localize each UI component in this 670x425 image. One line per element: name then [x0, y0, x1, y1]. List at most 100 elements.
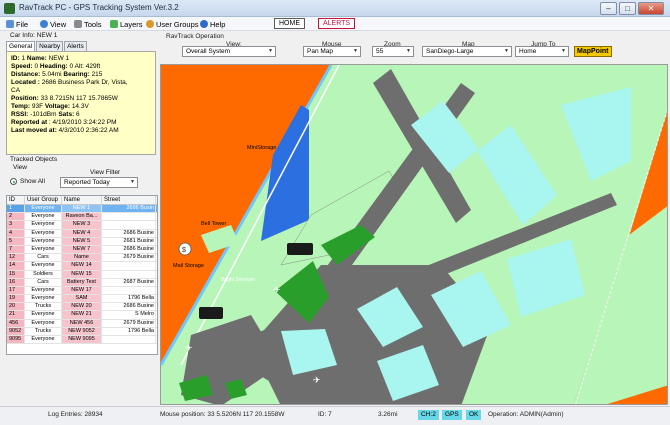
table-cell-street: 2686 Busine: [102, 245, 156, 254]
table-cell-group: Everyone: [25, 221, 62, 229]
menu-layers[interactable]: Layers: [110, 18, 143, 30]
table-row[interactable]: 9052 Trucks NEW 9052 1796 Bella: [7, 327, 157, 336]
view-filter-select[interactable]: Reported Today ▼: [60, 177, 138, 188]
info-line: Position: 33 8.7215N 117 15.7865W: [11, 95, 118, 102]
table-row[interactable]: 17 Everyone NEW 17: [7, 286, 157, 296]
tab-nearby[interactable]: Nearby: [36, 41, 64, 51]
column-header-name[interactable]: Name: [62, 196, 102, 204]
alerts-button[interactable]: ALERTS: [318, 18, 356, 29]
menu-tools[interactable]: Tools: [74, 18, 102, 30]
table-cell-street: [102, 213, 156, 221]
minimize-button[interactable]: –: [600, 2, 617, 15]
table-row[interactable]: 4 Everyone NEW 4 2686 Busine: [7, 229, 157, 238]
table-row[interactable]: 2 Everyone Raveon Ba...: [7, 213, 157, 222]
operation-user: Operation: ADMIN(Admin): [488, 411, 564, 418]
maximize-button[interactable]: □: [619, 2, 636, 15]
airplane-icon: ✈: [273, 285, 281, 295]
chevron-down-icon: ▼: [561, 48, 566, 54]
table-row[interactable]: 16 Cars Battery Test 2687 Busine: [7, 278, 157, 287]
table-cell-street: S Melro: [102, 311, 156, 319]
show-all-radio[interactable]: [10, 178, 17, 185]
table-row[interactable]: 20 Trucks NEW 20 2686 Busine: [7, 303, 157, 312]
tab-alerts[interactable]: Alerts: [64, 41, 87, 51]
info-line: Last moved at: 4/3/2010 2:36:22 AM: [11, 127, 119, 134]
info-line: Temp: 93F Voltage: 14.3V: [11, 103, 89, 110]
help-icon: [200, 20, 208, 28]
gps-badge: GPS: [442, 410, 462, 420]
truck-icon[interactable]: [199, 307, 223, 319]
map-label-bright-services: Bright Services: [221, 277, 255, 283]
selected-id: ID: 7: [318, 411, 332, 418]
table-row[interactable]: 15 Soldiers NEW 15: [7, 270, 157, 279]
table-row[interactable]: 19 Everyone SAM 1796 Bella: [7, 295, 157, 304]
table-cell-street: 2679 Busine: [102, 319, 156, 327]
close-button[interactable]: ✕: [638, 2, 664, 15]
table-row[interactable]: 1 Everyone NEW 1 2686 Busin: [7, 205, 157, 214]
table-cell-group: Everyone: [25, 286, 62, 295]
table-cell-street: [102, 286, 156, 295]
map-label-ministorage: MiniStorage: [247, 145, 277, 151]
table-cell-id: 7: [7, 245, 25, 254]
table-cell-id: 21: [7, 311, 25, 319]
table-cell-group: Everyone: [25, 262, 62, 270]
mouse-position: Mouse position: 33 5.5206N 117 20.1558W: [160, 411, 285, 418]
table-cell-street: 1796 Bella: [102, 295, 156, 303]
view-filter-label: View Filter: [90, 169, 121, 176]
table-cell-street: 2679 Busine: [102, 254, 156, 262]
car-info-header: Car Info: NEW 1: [10, 32, 58, 39]
menu-file[interactable]: File: [6, 18, 28, 30]
ok-badge: OK: [466, 410, 482, 420]
user-groups-icon: [146, 20, 154, 28]
table-row[interactable]: 456 Everyone NEW 456 2679 Busine: [7, 319, 157, 328]
info-line: Speed: 0 Heading: 0 Alt: 429ft: [11, 63, 101, 70]
mouse-mode-select[interactable]: Pan Map ▼: [303, 46, 361, 57]
table-row[interactable]: 3 Everyone NEW 3: [7, 221, 157, 230]
table-row[interactable]: 12 Cars Name 2679 Busine: [7, 254, 157, 263]
column-header-id[interactable]: ID: [7, 196, 25, 204]
table-cell-name: NEW 21: [62, 311, 102, 319]
chevron-down-icon: ▼: [130, 179, 135, 185]
jump-to-select[interactable]: Home ▼: [515, 46, 569, 57]
chevron-down-icon: ▼: [504, 48, 509, 54]
show-all-label: Show All: [20, 178, 45, 185]
table-cell-group: Trucks: [25, 327, 62, 335]
log-entries: Log Entries: 28934: [48, 411, 103, 418]
table-cell-name: Battery Test: [62, 278, 102, 286]
menu-view[interactable]: View: [40, 18, 66, 30]
table-row[interactable]: 14 Everyone NEW 14: [7, 262, 157, 271]
table-cell-id: 456: [7, 319, 25, 327]
table-cell-street: 2687 Busine: [102, 278, 156, 286]
menu-help[interactable]: Help: [200, 18, 225, 30]
map-canvas[interactable]: $: [161, 65, 668, 405]
table-cell-name: NEW 14: [62, 262, 102, 270]
map-label-bell-tower: Bell Tower: [201, 221, 227, 227]
table-cell-id: 9052: [7, 327, 25, 335]
map-select[interactable]: SanDiego-Large ▼: [422, 46, 512, 57]
zoom-select[interactable]: 55 ▼: [372, 46, 414, 57]
table-cell-id: 9095: [7, 336, 25, 344]
table-cell-name: NEW 3: [62, 221, 102, 229]
table-cell-name: NEW 9095: [62, 336, 102, 344]
mappoint-button[interactable]: MapPoint: [574, 46, 612, 57]
map-view[interactable]: $ MiniStorage Bell Tower Mail Storage Br…: [160, 64, 668, 405]
table-row[interactable]: 21 Everyone NEW 21 S Melro: [7, 311, 157, 320]
table-cell-street: [102, 270, 156, 278]
table-cell-group: Everyone: [25, 311, 62, 319]
car-info-box: ID: 1 Name: NEW 1 Speed: 0 Heading: 0 Al…: [6, 51, 156, 155]
table-row[interactable]: 7 Everyone NEW 7 2686 Busine: [7, 245, 157, 255]
column-header-user-group[interactable]: User Group: [25, 196, 62, 204]
table-cell-street: [102, 262, 156, 270]
distance: 3.26mi: [378, 411, 398, 418]
channel-badge: CH:2: [418, 410, 439, 420]
table-cell-name: NEW 7: [62, 245, 102, 254]
table-cell-street: 2686 Busine: [102, 303, 156, 311]
truck-icon[interactable]: [287, 243, 313, 255]
table-cell-id: 15: [7, 270, 25, 278]
menu-user-groups[interactable]: User Groups: [146, 18, 199, 30]
home-button[interactable]: HOME: [274, 18, 305, 29]
table-row[interactable]: 9095 Everyone NEW 9095: [7, 336, 157, 345]
view-select[interactable]: Overall System ▼: [182, 46, 276, 57]
table-cell-name: NEW 9052: [62, 327, 102, 335]
table-row[interactable]: 5 Everyone NEW 5 2681 Busine: [7, 237, 157, 246]
column-header-street[interactable]: Street: [102, 196, 156, 204]
